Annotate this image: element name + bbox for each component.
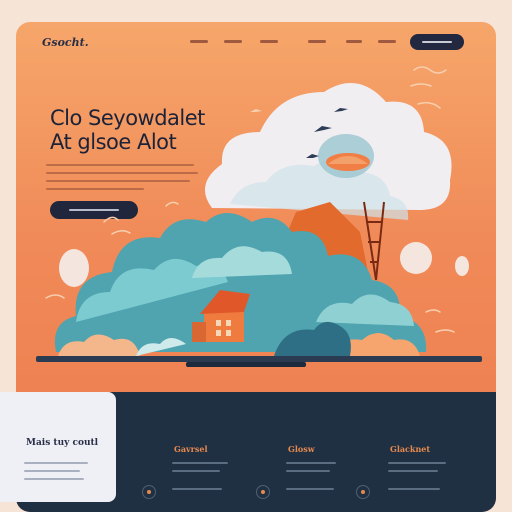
footer-text-line — [172, 470, 220, 472]
footer-card: Mais tuy coutl — [0, 392, 116, 502]
footer-card-title: Mais tuy coutl — [26, 438, 99, 448]
footer-column-title-1: Gavrsel — [174, 444, 208, 454]
footer-text-line — [388, 462, 446, 464]
dot-icon[interactable] — [142, 485, 156, 499]
footer-text-line — [286, 462, 336, 464]
footer-text-line — [172, 462, 228, 464]
footer-card-text-line — [24, 470, 80, 472]
footer-card-text-line — [24, 462, 88, 464]
footer-text-line — [388, 488, 440, 490]
footer-text-line — [172, 488, 222, 490]
hero-illustration — [36, 66, 482, 367]
footer-column-title-2: Glosw — [288, 444, 315, 454]
sky-cloud — [204, 83, 452, 220]
dot-icon[interactable] — [356, 485, 370, 499]
footer-text-line — [286, 488, 334, 490]
footer-column-title-3: Glacknet — [390, 444, 431, 454]
laptop-hinge — [186, 362, 306, 367]
laptop-base — [36, 356, 482, 362]
dot-icon[interactable] — [256, 485, 270, 499]
footer-text-line — [388, 470, 438, 472]
footer-text-line — [286, 470, 330, 472]
footer-card-text-line — [24, 478, 84, 480]
